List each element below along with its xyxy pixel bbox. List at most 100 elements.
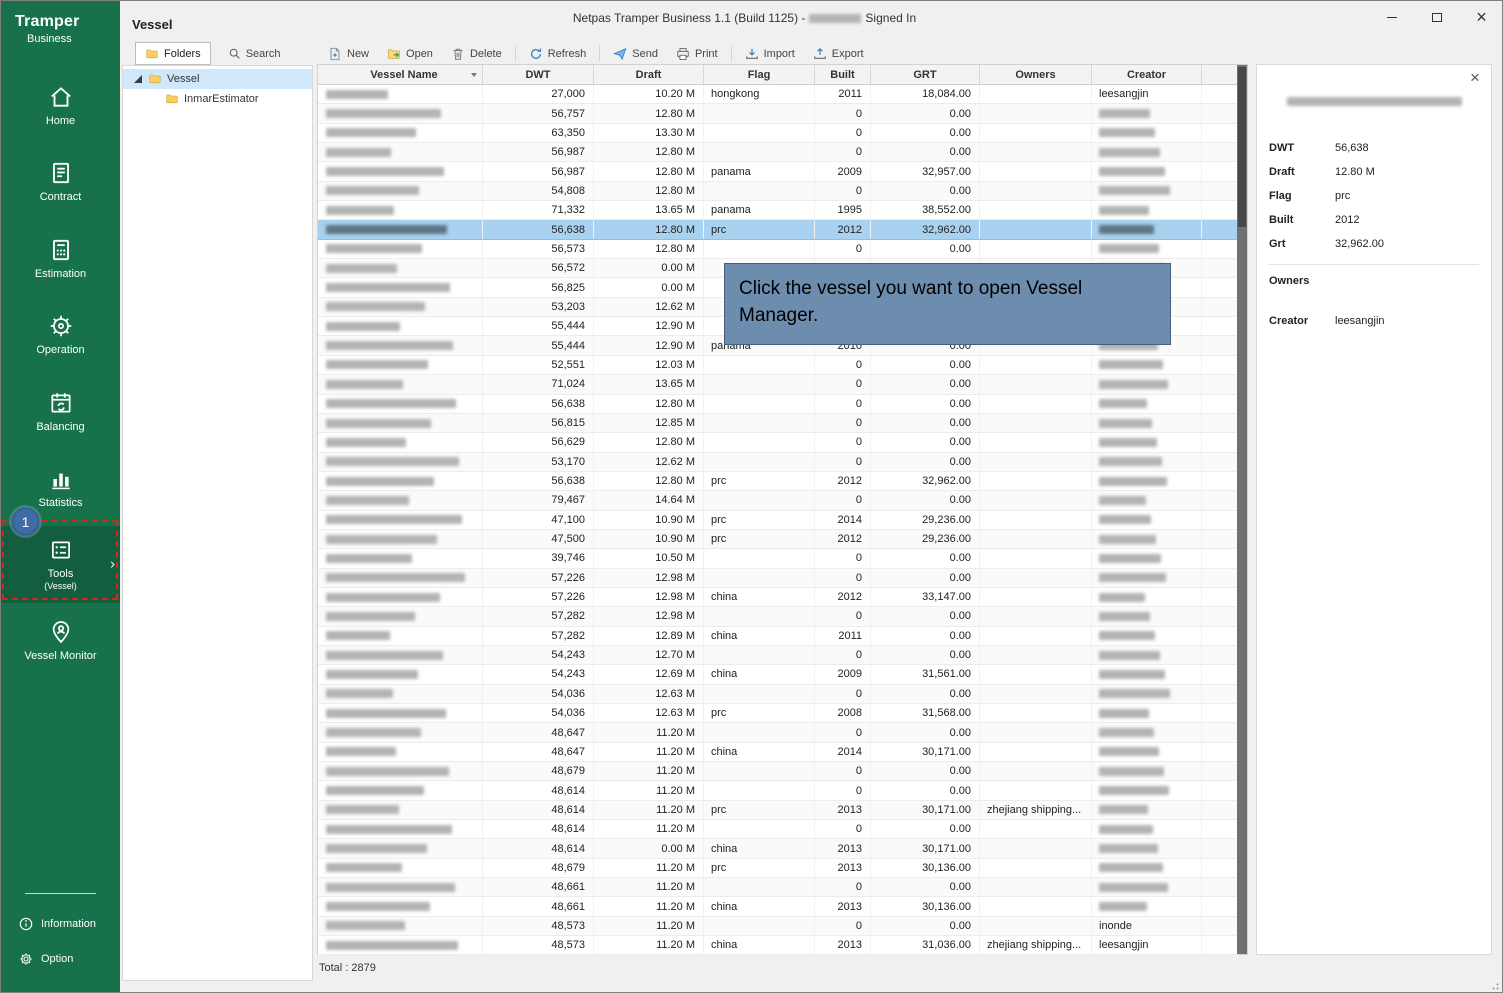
new-button[interactable]: New (319, 42, 378, 65)
cell-dwt: 57,226 (483, 569, 594, 587)
table-row[interactable]: 56,57312.80 M00.00 (318, 240, 1238, 259)
maximize-button[interactable] (1414, 1, 1459, 33)
sidebar-item-contract[interactable]: Contract (1, 144, 120, 221)
tab-search[interactable]: Search (219, 42, 290, 65)
cell-filler (1202, 801, 1238, 819)
column-header-owners[interactable]: Owners (980, 65, 1092, 84)
cell-owners (980, 704, 1092, 722)
import-button[interactable]: Import (736, 42, 804, 65)
table-row[interactable]: 48,61411.20 M00.00 (318, 781, 1238, 800)
table-row[interactable]: 71,02413.65 M00.00 (318, 375, 1238, 394)
print-button[interactable]: Print (667, 42, 727, 65)
tree-expand-icon[interactable] (133, 75, 143, 83)
table-row[interactable]: 27,00010.20 Mhongkong201118,084.00leesan… (318, 85, 1238, 104)
close-button[interactable]: × (1459, 1, 1503, 33)
table-row[interactable]: 48,64711.20 M00.00 (318, 723, 1238, 742)
table-row[interactable]: 54,24312.69 Mchina200931,561.00 (318, 665, 1238, 684)
table-row[interactable]: 48,64711.20 Mchina201430,171.00 (318, 743, 1238, 762)
minimize-button[interactable] (1369, 1, 1414, 33)
table-row[interactable]: 54,03612.63 Mprc200831,568.00 (318, 704, 1238, 723)
maximize-icon (1432, 13, 1442, 22)
open-button[interactable]: Open (378, 42, 442, 65)
column-header-built[interactable]: Built (815, 65, 871, 84)
sidebar-item-operation[interactable]: Operation (1, 297, 120, 374)
sidebar-item-option[interactable]: Option (1, 941, 120, 976)
cell-grt: 0.00 (871, 685, 980, 703)
table-row[interactable]: 48,67911.20 Mprc201330,136.00 (318, 859, 1238, 878)
delete-button[interactable]: Delete (442, 42, 511, 65)
sidebar-item-vessel-monitor[interactable]: Vessel Monitor (1, 603, 120, 680)
table-row[interactable]: 39,74610.50 M00.00 (318, 549, 1238, 568)
table-row[interactable]: 52,55112.03 M00.00 (318, 356, 1238, 375)
table-row[interactable]: 48,66111.20 M00.00 (318, 878, 1238, 897)
send-icon (613, 47, 627, 61)
table-row[interactable]: 48,66111.20 Mchina201330,136.00 (318, 897, 1238, 916)
vertical-scrollbar[interactable] (1237, 65, 1247, 954)
table-row[interactable]: 56,75712.80 M00.00 (318, 104, 1238, 123)
scrollbar-thumb[interactable] (1238, 67, 1246, 227)
table-row[interactable]: 57,28212.89 Mchina20110.00 (318, 627, 1238, 646)
sidebar-item-home[interactable]: Home (1, 67, 120, 144)
sidebar-item-estimation[interactable]: Estimation (1, 220, 120, 297)
column-header-draft[interactable]: Draft (594, 65, 704, 84)
cell-vessel-name (318, 317, 483, 335)
cell-draft: 13.65 M (594, 375, 704, 393)
table-row[interactable]: 56,63812.80 Mprc201232,962.00 (318, 472, 1238, 491)
table-row[interactable]: 79,46714.64 M00.00 (318, 491, 1238, 510)
table-row[interactable]: 48,67911.20 M00.00 (318, 762, 1238, 781)
send-button[interactable]: Send (604, 42, 667, 65)
redacted-creator (1099, 186, 1170, 195)
table-row[interactable]: 48,61411.20 Mprc201330,171.00zhejiang sh… (318, 801, 1238, 820)
table-row[interactable]: 47,10010.90 Mprc201429,236.00 (318, 511, 1238, 530)
redacted-vessel-name (326, 148, 391, 157)
column-header-dwt[interactable]: DWT (483, 65, 594, 84)
column-header-vessel-name[interactable]: Vessel Name (318, 65, 483, 84)
cell-built: 0 (815, 491, 871, 509)
cell-flag: prc (704, 472, 815, 490)
table-row[interactable]: 63,35013.30 M00.00 (318, 124, 1238, 143)
column-header-flag[interactable]: Flag (704, 65, 815, 84)
sidebar-item-tools[interactable]: Tools(Vessel)› (1, 526, 120, 603)
tree-item-vessel[interactable]: Vessel (123, 69, 312, 89)
table-row[interactable]: 48,57311.20 M00.00inonde (318, 917, 1238, 936)
table-row[interactable]: 56,98712.80 M00.00 (318, 143, 1238, 162)
table-row[interactable]: 71,33213.65 Mpanama199538,552.00 (318, 201, 1238, 220)
table-row[interactable]: 56,63812.80 M00.00 (318, 395, 1238, 414)
title-bar[interactable]: Netpas Tramper Business 1.1 (Build 1125)… (120, 1, 1503, 35)
table-row[interactable]: 56,98712.80 Mpanama200932,957.00 (318, 162, 1238, 181)
cell-built: 0 (815, 375, 871, 393)
redacted-vessel-name (326, 438, 406, 447)
refresh-button[interactable]: Refresh (520, 42, 596, 65)
table-row[interactable]: 48,6140.00 Mchina201330,171.00 (318, 839, 1238, 858)
filter-dropdown-icon[interactable] (471, 73, 477, 77)
tab-folders[interactable]: Folders (135, 42, 211, 65)
cell-creator (1092, 627, 1202, 645)
sidebar-item-balancing[interactable]: Balancing (1, 373, 120, 450)
sidebar-item-label: Information (41, 918, 96, 930)
table-row[interactable]: 47,50010.90 Mprc201229,236.00 (318, 530, 1238, 549)
table-row[interactable]: 56,63812.80 Mprc201232,962.00 (318, 220, 1238, 239)
details-close-icon[interactable]: × (1465, 68, 1485, 88)
table-row[interactable]: 54,24312.70 M00.00 (318, 646, 1238, 665)
table-row[interactable]: 57,22612.98 Mchina201233,147.00 (318, 588, 1238, 607)
table-row[interactable]: 48,57311.20 Mchina201331,036.00zhejiang … (318, 936, 1238, 955)
tree-item-inmarestimator[interactable]: InmarEstimator (123, 89, 312, 109)
cell-flag: china (704, 588, 815, 606)
column-header-creator[interactable]: Creator (1092, 65, 1202, 84)
sidebar-item-information[interactable]: Information (1, 906, 120, 941)
table-row[interactable]: 53,17012.62 M00.00 (318, 453, 1238, 472)
export-button[interactable]: Export (804, 42, 873, 65)
table-row[interactable]: 48,61411.20 M00.00 (318, 820, 1238, 839)
redacted-vessel-name (326, 283, 450, 292)
column-header-grt[interactable]: GRT (871, 65, 980, 84)
table-row[interactable]: 56,81512.85 M00.00 (318, 414, 1238, 433)
cell-dwt: 48,647 (483, 743, 594, 761)
table-row[interactable]: 54,03612.63 M00.00 (318, 685, 1238, 704)
table-row[interactable]: 54,80812.80 M00.00 (318, 182, 1238, 201)
cell-filler (1202, 878, 1238, 896)
table-row[interactable]: 57,22612.98 M00.00 (318, 569, 1238, 588)
table-row[interactable]: 57,28212.98 M00.00 (318, 607, 1238, 626)
resize-grip[interactable] (1489, 980, 1499, 990)
table-row[interactable]: 56,62912.80 M00.00 (318, 433, 1238, 452)
cell-owners (980, 220, 1092, 238)
